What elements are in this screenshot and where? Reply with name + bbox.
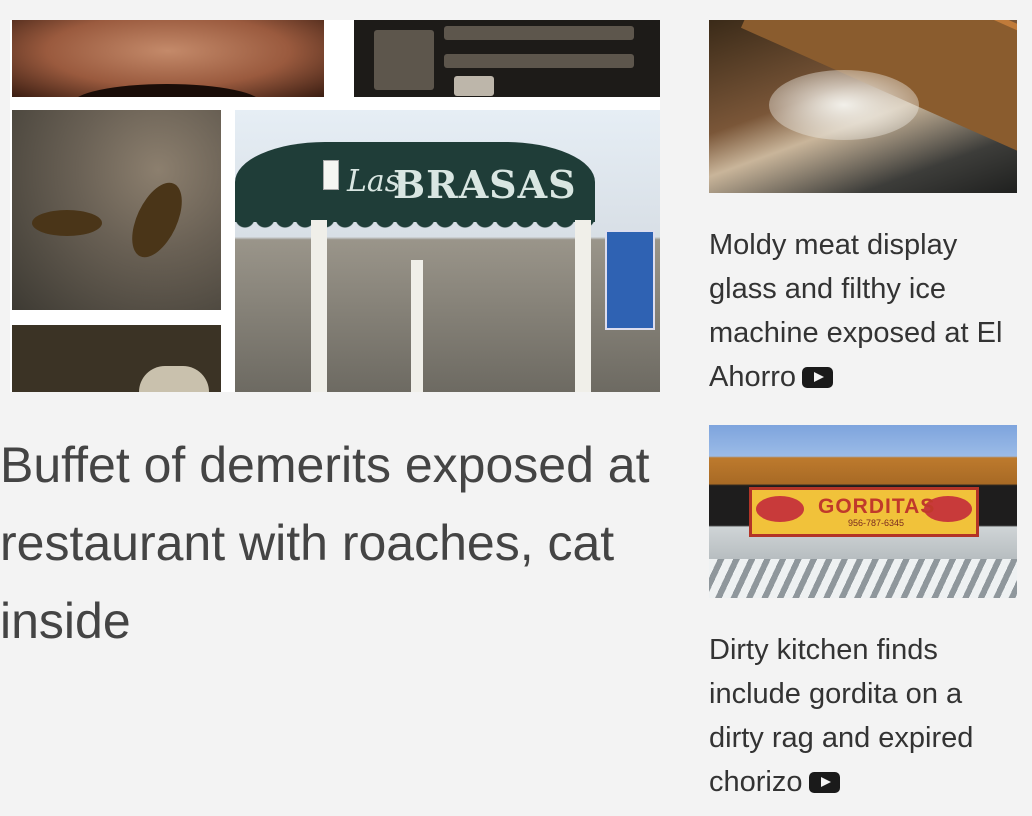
sidebar-thumbnail-gorditas[interactable]: GORDITAS 956-787-6345 [709,425,1017,598]
collage-photo-container [12,325,221,392]
sidebar-thumbnail-mold[interactable] [709,20,1017,193]
video-play-icon [802,367,834,388]
feature-headline[interactable]: Buffet of demerits exposed at restaurant… [0,426,672,660]
sidebar-story-gorditas[interactable]: GORDITAS 956-787-6345 Dirty kitchen find… [709,425,1017,804]
gorditas-storefront-sign: GORDITAS 956-787-6345 [749,487,979,537]
sidebar-caption[interactable]: Dirty kitchen finds include gordita on a… [709,628,1017,804]
sidebar-story-el-ahorro[interactable]: Moldy meat display glass and filthy ice … [709,20,1017,399]
collage-photo-roaches [12,110,221,310]
video-play-icon [808,772,840,793]
collage-sign-text: BRASAS [393,162,577,207]
collage-photo-grill [354,20,660,97]
feature-story-link[interactable]: Las BRASAS Buffet of demerits exposed at… [0,0,672,816]
collage-photo-restaurant: Las BRASAS [235,110,660,392]
sidebar-caption[interactable]: Moldy meat display glass and filthy ice … [709,223,1017,399]
feature-collage-image[interactable]: Las BRASAS [10,20,660,392]
collage-photo-face [12,20,324,97]
